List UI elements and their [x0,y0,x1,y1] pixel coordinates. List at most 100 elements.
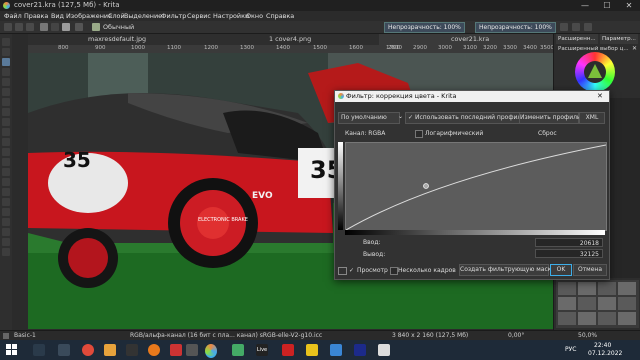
pan-tool-icon[interactable] [2,248,10,256]
polygon-tool-icon[interactable] [2,98,10,106]
menu-filter[interactable]: Фильтр [161,12,186,20]
menu-edit[interactable]: Правка [24,12,48,20]
tab-cover21[interactable]: cover21.kra [379,34,554,45]
save-icon[interactable] [26,23,34,31]
zoom-level[interactable]: 50,0% [578,332,597,339]
app-icon-8[interactable] [378,344,390,356]
tab-cover4[interactable]: 1 cover4.png [204,34,380,45]
lasso-select-icon[interactable] [2,218,10,226]
brush-preset-icon[interactable] [92,23,100,31]
preview-checkbox[interactable]: Просмотр [357,267,388,274]
pattern-icon[interactable] [51,23,59,31]
brush-name[interactable]: Обычный [103,23,134,31]
search-icon[interactable] [33,344,45,356]
input-field[interactable]: 20618 [535,238,603,247]
color-wheel[interactable] [575,52,615,92]
freehand-brush-icon[interactable] [2,58,10,66]
maximize-button[interactable]: ☐ [596,0,618,11]
output-field[interactable]: 32125 [535,249,603,258]
dialog-close-icon[interactable]: ✕ [597,92,603,100]
app-icon-7[interactable] [354,344,366,356]
gradient-icon[interactable] [40,23,48,31]
multiple-frames-checkbox[interactable] [390,267,398,275]
move-tool-icon[interactable] [2,128,10,136]
menu-window[interactable]: Окно [246,12,263,20]
menu-select[interactable]: Выделение [124,12,162,20]
alpha-lock-icon[interactable] [75,23,83,31]
app-icon[interactable] [170,344,182,356]
text-tool-icon[interactable] [2,48,10,56]
menu-file[interactable]: Файл [4,12,22,20]
task-view-icon[interactable] [58,344,70,356]
wrap-icon[interactable] [584,23,592,31]
blender-icon[interactable] [148,344,160,356]
magic-wand-icon[interactable] [2,228,10,236]
mirror-icon[interactable] [572,23,580,31]
open-document-icon[interactable] [15,23,23,31]
tab-maxresdefault[interactable]: maxresdefault.jpg [28,34,205,45]
clock-date[interactable]: 07.12.2022 [588,350,622,357]
xml-button[interactable]: XML [579,112,605,124]
chrome-icon[interactable] [82,344,94,356]
app-icon-2[interactable] [186,344,198,356]
windows-start-icon[interactable] [6,344,18,356]
logarithmic-checkbox[interactable] [415,130,423,138]
compare-icon[interactable] [338,267,347,275]
docker-close-icon[interactable]: ✕ [632,45,637,52]
reset-button[interactable]: Сброс [538,130,557,137]
toolbox [0,34,12,330]
unreal-icon[interactable] [126,344,138,356]
app-icon-4[interactable] [282,344,294,356]
app-icon-6[interactable] [330,344,342,356]
menu-view[interactable]: Вид [51,12,64,20]
create-filter-mask-button[interactable]: Создать фильтрующую маску [459,264,555,276]
ok-button[interactable]: OK [550,264,572,276]
rectangle-tool-icon[interactable] [2,78,10,86]
menu-settings[interactable]: Настройки [213,12,249,20]
fill-tool-icon[interactable] [2,168,10,176]
app-icon-3[interactable] [232,344,244,356]
brush-presets-grid[interactable] [556,280,639,328]
bezier-tool-icon[interactable] [2,108,10,116]
close-button[interactable]: ✕ [618,0,640,11]
menu-image[interactable]: Изображение [66,12,112,20]
cancel-button[interactable]: Отмена [573,264,607,276]
assistant-tool-icon[interactable] [2,178,10,186]
ellipse-tool-icon[interactable] [2,88,10,96]
line-tool-icon[interactable] [2,68,10,76]
menu-layer[interactable]: Слой [108,12,125,20]
rect-select-icon[interactable] [2,198,10,206]
curve-editor[interactable] [345,142,607,231]
app-icon-5[interactable] [306,344,318,356]
ellipse-select-icon[interactable] [2,208,10,216]
explorer-icon[interactable] [104,344,116,356]
crop-tool-icon[interactable] [2,138,10,146]
reload-icon[interactable] [560,23,568,31]
menu-tools[interactable]: Сервис [187,12,211,20]
preset-dropdown[interactable]: По умолчанию [338,112,400,124]
flow-slider[interactable]: Непрозрачность: 100% [475,22,556,33]
use-last-profile-button[interactable]: ✓ Использовать последний профиль [405,112,525,124]
color-swatch-icon[interactable] [62,23,70,31]
tab-brush-params[interactable]: Параметр... [600,34,638,44]
colorpicker-tool-icon[interactable] [2,158,10,166]
select-shape-icon[interactable] [2,38,10,46]
colorspace-info[interactable]: RGB/альфа-канал (16 бит с пла... канал) … [130,332,322,339]
measure-tool-icon[interactable] [2,188,10,196]
clock-time[interactable]: 22:40 [594,342,611,349]
opacity-slider[interactable]: Непрозрачность: 100% [384,22,465,33]
gradient-tool-icon[interactable] [2,148,10,156]
krita-taskbar-icon[interactable] [205,344,217,358]
zoom-tool-icon[interactable] [2,238,10,246]
chevron-down-icon[interactable]: ⌄ [398,113,403,120]
channel-select[interactable]: Канал: RGBA [345,130,385,137]
new-document-icon[interactable] [4,23,12,31]
language-indicator[interactable]: РУС [565,346,576,353]
minimize-button[interactable]: — [574,0,596,11]
transform-tool-icon[interactable] [2,118,10,126]
tab-advanced-color[interactable]: Расширенн... [556,34,598,44]
edit-profiles-button[interactable]: Изменить профили [519,112,581,124]
rotation-angle[interactable]: 0,00° [508,332,524,339]
live-app-icon[interactable]: Live [256,344,268,356]
menu-help[interactable]: Справка [266,12,294,20]
